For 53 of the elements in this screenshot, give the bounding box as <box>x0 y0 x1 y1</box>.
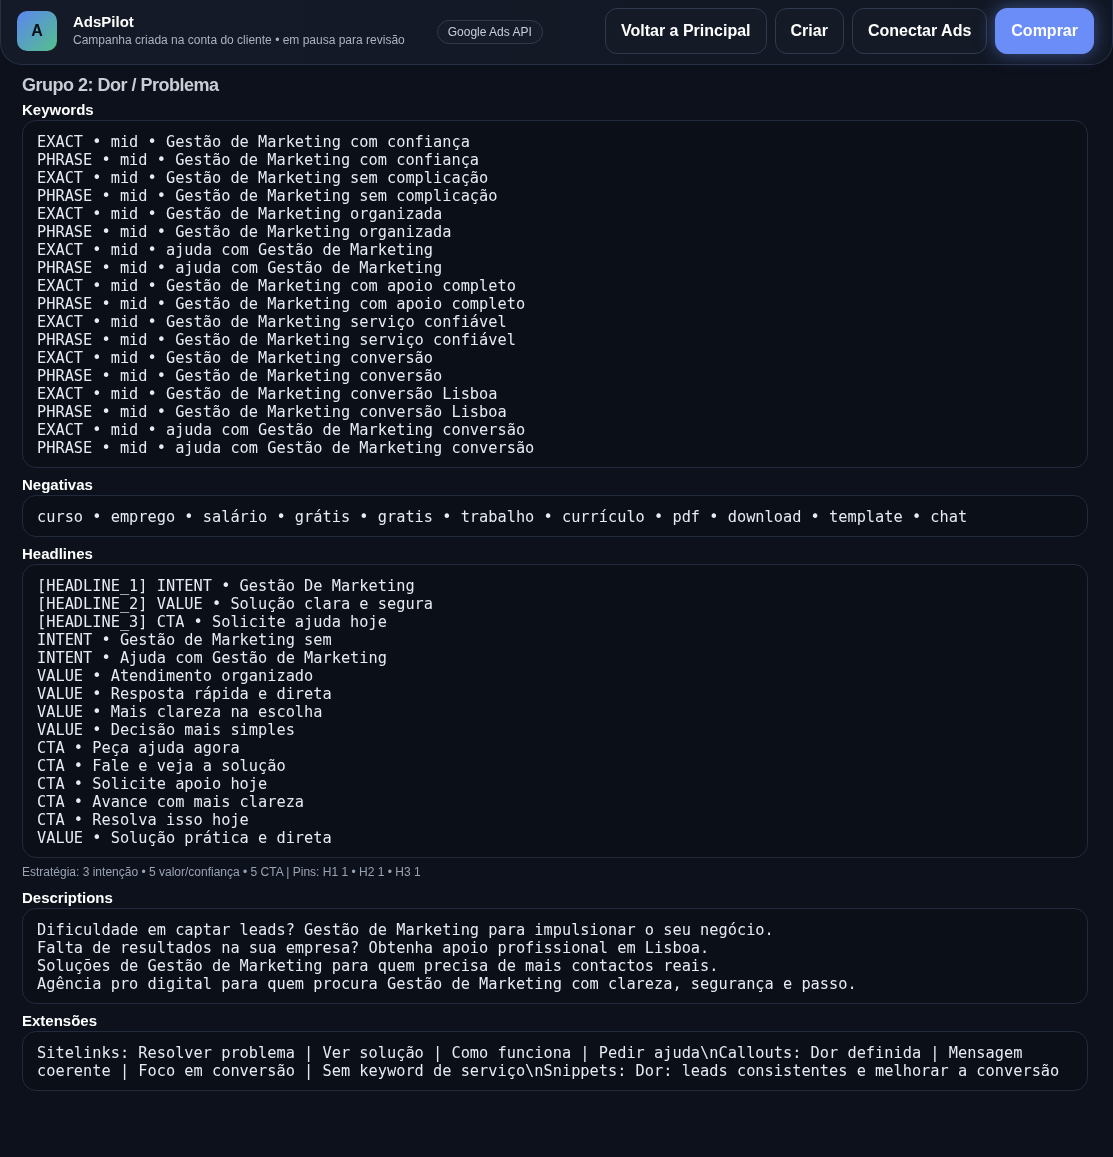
nav-button[interactable]: Voltar a Principal <box>605 8 767 54</box>
text-line: Soluções de Gestão de Marketing para quem precisa de mais contactos reais. <box>37 956 720 975</box>
text-line: EXACT • mid • Gestão de Marketing serviço confiável <box>37 312 508 331</box>
app-logo: A <box>17 11 57 51</box>
text-line: EXACT • mid • Gestão de Marketing conversão Lisboa <box>37 384 499 403</box>
nav-button[interactable]: Criar <box>774 8 844 54</box>
api-badge: Google Ads API <box>436 20 543 44</box>
section-title: Negativas <box>22 475 94 494</box>
text-line: CTA • Peça ajuda agora <box>37 738 241 757</box>
text-line: [HEADLINE_2] VALUE • Solução clara e segura <box>37 594 434 613</box>
text-line: EXACT • mid • Gestão de Marketing com apoio completo <box>37 276 517 295</box>
text-line: PHRASE • mid • Gestão de Marketing conversão Lisboa <box>37 402 508 421</box>
nav-button[interactable]: Conectar Ads <box>851 8 988 54</box>
text-line: EXACT • mid • ajuda com Gestão de Marketing <box>37 240 434 259</box>
section-title: Extensões <box>22 1011 99 1030</box>
text-line: PHRASE • mid • Gestão de Marketing com apoio completo <box>37 294 527 313</box>
app-name: AdsPilot <box>73 13 135 31</box>
text-line: CTA • Avance com mais clareza <box>37 792 306 811</box>
text-line: EXACT • mid • Gestão de Marketing sem complicação <box>37 168 490 187</box>
section-title: Descriptions <box>22 888 114 907</box>
text-line: VALUE • Mais clareza na escolha <box>37 702 324 721</box>
group-title: Grupo 2: Dor / Problema <box>22 75 220 97</box>
text-line: EXACT • mid • ajuda com Gestão de Marketing conversão <box>37 420 527 439</box>
section-title: Headlines <box>22 544 94 563</box>
text-line: EXACT • mid • Gestão de Marketing com confiança <box>37 132 471 151</box>
text-line: curso • emprego • salário • grátis • gratis • trabalho • currículo • pdf • download • template • chat <box>37 507 969 526</box>
text-line: EXACT • mid • Gestão de Marketing organizada <box>37 204 444 223</box>
text-line: CTA • Fale e veja a solução <box>37 756 287 775</box>
text-line: Sitelinks: Resolver problema | Ver solução | Como funciona | Pedir ajuda\nCallouts: Dor definida | Mensagem coerente | Foco em conversão | Sem keyword de serviço\nSnippets: Dor: leads consistentes e melhorar a conversão <box>37 1043 1061 1080</box>
text-line: PHRASE • mid • Gestão de Marketing organizada <box>37 222 453 241</box>
text-line: [HEADLINE_3] CTA • Solicite ajuda hoje <box>37 612 388 631</box>
text-line: Dificuldade em captar leads? Gestão de Marketing para impulsionar o seu negócio. <box>37 920 775 939</box>
text-line: VALUE • Atendimento organizado <box>37 666 315 685</box>
text-line: PHRASE • mid • Gestão de Marketing com confiança <box>37 150 481 169</box>
text-line: PHRASE • mid • Gestão de Marketing sem complicação <box>37 186 499 205</box>
text-line: Falta de resultados na sua empresa? Obtenha apoio profissional em Lisboa. <box>37 938 711 957</box>
text-line: VALUE • Decisão mais simples <box>37 720 296 739</box>
text-line: Agência pro digital para quem procura Gestão de Marketing com clareza, segurança e passo. <box>37 974 858 993</box>
text-line: PHRASE • mid • ajuda com Gestão de Marketing <box>37 258 444 277</box>
text-line: PHRASE • mid • Gestão de Marketing conversão <box>37 366 444 385</box>
section-title: Keywords <box>22 100 95 119</box>
text-line: VALUE • Resposta rápida e direta <box>37 684 333 703</box>
text-line: CTA • Resolva isso hoje <box>37 810 250 829</box>
text-line: VALUE • Solução prática e direta <box>37 828 333 847</box>
text-line: PHRASE • mid • ajuda com Gestão de Marketing conversão <box>37 438 536 457</box>
text-line: INTENT • Gestão de Marketing sem <box>37 630 333 649</box>
text-line: [HEADLINE_1] INTENT • Gestão De Marketing <box>37 576 416 595</box>
text-line: CTA • Solicite apoio hoje <box>37 774 269 793</box>
strategy-note: Estratégia: 3 intenção • 5 valor/confiança • 5 CTA | Pins: H1 1 • H2 1 • H3 1 <box>22 863 422 881</box>
status-subtitle: Campanha criada na conta do cliente • em pausa para revisão <box>73 32 405 49</box>
text-line: INTENT • Ajuda com Gestão de Marketing <box>37 648 388 667</box>
text-line: EXACT • mid • Gestão de Marketing conversão <box>37 348 434 367</box>
text-line: PHRASE • mid • Gestão de Marketing serviço confiável <box>37 330 517 349</box>
